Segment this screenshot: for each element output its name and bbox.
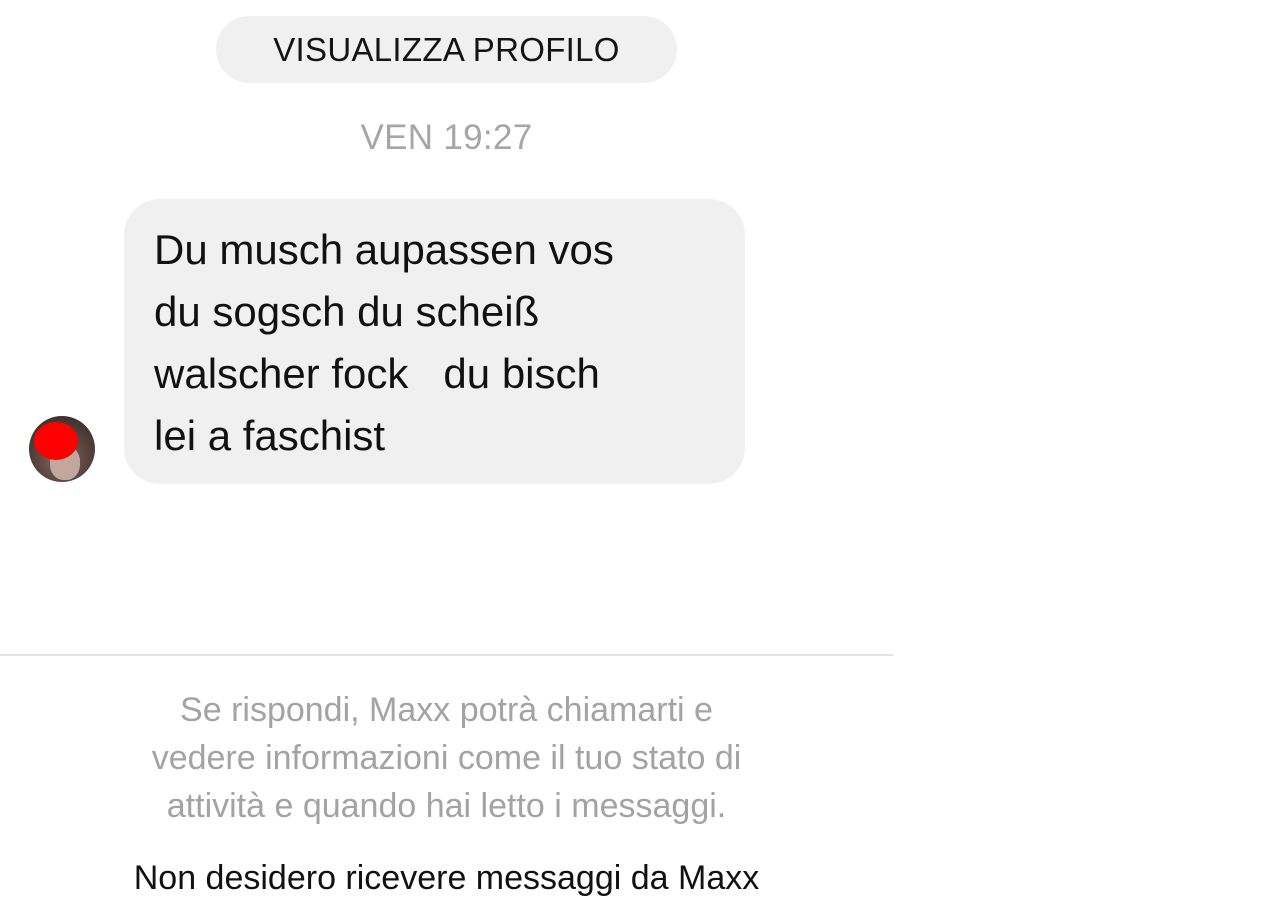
- blank-panel: [893, 0, 1280, 918]
- notice-line: vedere informazioni come il tuo stato di: [151, 739, 742, 777]
- reply-privacy-notice: Se rispondi, Maxx potrà chiamarti e vede…: [0, 686, 893, 830]
- message-line: du sogsch du scheiß: [154, 288, 540, 335]
- notice-line: Se rispondi, Maxx potrà chiamarti e: [180, 691, 713, 729]
- decline-messages-button[interactable]: Non desidero ricevere messaggi da Maxx: [0, 852, 893, 904]
- chat-screen: VISUALIZZA PROFILO VEN 19:27 Du musch au…: [0, 0, 1280, 918]
- sender-avatar[interactable]: [29, 416, 95, 482]
- avatar-redaction-mark: [34, 422, 78, 460]
- message-line: Du musch aupassen vos: [154, 226, 614, 273]
- incoming-message-bubble[interactable]: Du musch aupassen vos du sogsch du schei…: [124, 199, 745, 484]
- message-line: lei a faschist: [154, 412, 386, 459]
- message-timestamp: VEN 19:27: [360, 118, 533, 157]
- footer-divider: [0, 654, 893, 656]
- notice-line: attività e quando hai letto i messaggi.: [166, 787, 727, 825]
- message-line: walscher fock du bisch: [154, 350, 600, 397]
- view-profile-button[interactable]: VISUALIZZA PROFILO: [216, 16, 677, 83]
- chat-column: VISUALIZZA PROFILO VEN 19:27 Du musch au…: [0, 0, 893, 918]
